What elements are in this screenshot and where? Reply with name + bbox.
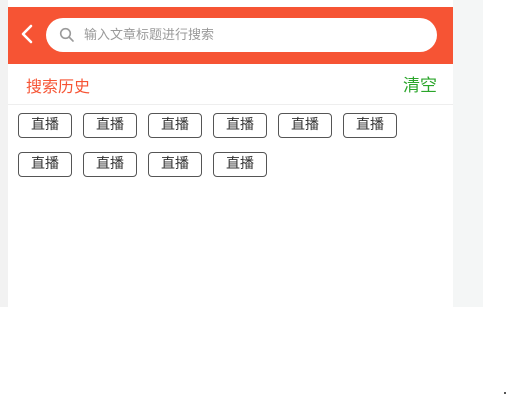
back-button[interactable] (20, 24, 36, 44)
chevron-left-icon (21, 24, 33, 44)
corner-dot (504, 392, 506, 394)
clear-history-button[interactable]: 清空 (403, 71, 437, 96)
search-icon (59, 27, 74, 42)
history-tag[interactable]: 直播 (18, 152, 72, 177)
history-tag[interactable]: 直播 (83, 152, 137, 177)
history-tag[interactable]: 直播 (278, 113, 332, 138)
right-gutter (453, 0, 483, 307)
history-tag[interactable]: 直播 (148, 113, 202, 138)
history-tag[interactable]: 直播 (213, 152, 267, 177)
search-history-header: 搜索历史 清空 (8, 64, 453, 105)
history-tag[interactable]: 直播 (343, 113, 397, 138)
history-tag[interactable]: 直播 (83, 113, 137, 138)
search-bar[interactable] (46, 18, 437, 52)
history-tag[interactable]: 直播 (148, 152, 202, 177)
history-tag[interactable]: 直播 (18, 113, 72, 138)
history-tag[interactable]: 直播 (213, 113, 267, 138)
history-tag-list: 直播 直播 直播 直播 直播 直播 直播 直播 直播 直播 (18, 113, 438, 177)
search-input[interactable] (84, 18, 424, 52)
top-bar (8, 7, 453, 64)
search-history-title: 搜索历史 (26, 77, 91, 96)
left-edge-shadow (0, 0, 8, 307)
